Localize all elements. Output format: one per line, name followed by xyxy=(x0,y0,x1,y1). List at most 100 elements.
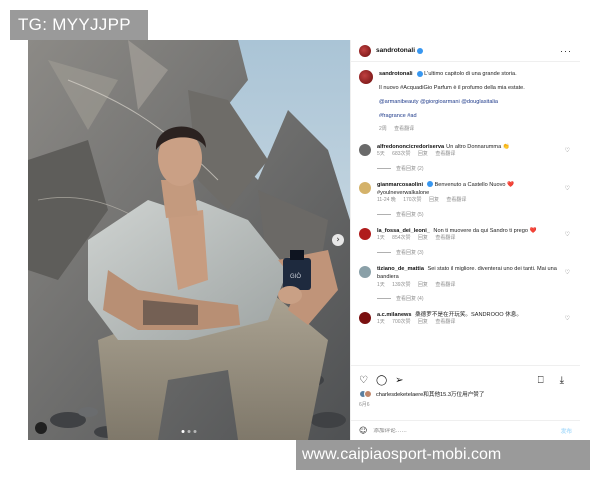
comment-translate[interactable]: 查看翻译 xyxy=(435,282,455,288)
comment-reply-button[interactable]: 回复 xyxy=(429,197,439,203)
comment-reply-button[interactable]: 回复 xyxy=(418,319,428,325)
comment-input[interactable] xyxy=(373,427,494,434)
view-replies-label[interactable]: 查看回复 (2) xyxy=(396,165,424,172)
view-replies-label[interactable]: 查看回复 (3) xyxy=(396,249,424,256)
post-date: 6月6 xyxy=(359,402,370,408)
verified-badge-icon xyxy=(427,181,434,188)
comment-user[interactable]: la_fossa_dei_leoni_ xyxy=(377,228,430,234)
caption-meta: 2周 查看翻译 xyxy=(379,126,525,133)
caption-line2: Il nuovo #AcquadiGio Parfum è il profumo… xyxy=(379,85,525,92)
comment: a.c.milanews 桑德罗不是在开玩笑。SANDROOO 休息。 1天 7… xyxy=(359,311,572,327)
next-photo-button[interactable]: › xyxy=(332,234,344,246)
comment-translate[interactable]: 查看翻译 xyxy=(435,151,455,157)
comment-meta: 1天 854次赞 回复 查看翻译 xyxy=(377,235,562,243)
comment-user[interactable]: alfredononcicredoriserva xyxy=(377,144,444,150)
caption-line4[interactable]: #fragrance #ad xyxy=(379,112,525,120)
comment-translate[interactable]: 查看翻译 xyxy=(435,235,455,241)
comment-like-heart-icon[interactable]: ♡ xyxy=(565,147,570,154)
comment-meta: 1天 700次赞 回复 查看翻译 xyxy=(377,319,562,327)
caption: sandrotonali L'ultimo capitolo di una gr… xyxy=(359,70,572,134)
comment-user[interactable]: a.c.milanews xyxy=(377,312,412,318)
carousel-dot xyxy=(187,430,191,433)
caption-translate[interactable]: 查看翻译 xyxy=(394,126,414,132)
comment-text: Non ti muovere da qui Sandro ti prego ❤️ xyxy=(433,227,537,234)
carousel-dot xyxy=(193,430,197,433)
caption-author[interactable]: sandrotonali xyxy=(379,71,413,77)
comment-avatar[interactable] xyxy=(359,265,371,278)
view-replies[interactable]: 查看回复 (2) xyxy=(377,165,572,172)
comment-reply-button[interactable]: 回复 xyxy=(418,235,428,241)
like-heart-icon[interactable]: ♡ xyxy=(359,375,368,386)
comment-meta: 1天 139次赞 回复 查看翻译 xyxy=(377,282,562,290)
user-tag-icon[interactable] xyxy=(35,422,47,434)
likes-summary[interactable]: charlesdeketelaere和其他15.3万位用户赞了 xyxy=(351,388,580,400)
photo-illustration: GIÒ xyxy=(28,40,350,440)
comment: gianmarcosaolini Benvenuto a Castello Nu… xyxy=(359,181,572,205)
comment-like-heart-icon[interactable]: ♡ xyxy=(565,185,570,192)
caption-body: sandrotonali L'ultimo capitolo di una gr… xyxy=(379,70,525,134)
bookmark-icon[interactable]: ⎕ xyxy=(538,375,544,386)
comment-meta: 5天 683次赞 回复 查看翻译 xyxy=(377,151,562,159)
comment: alfredononcicredoriserva Un altro Donnaru… xyxy=(359,143,572,159)
view-replies[interactable]: 查看回复 (4) xyxy=(377,295,572,302)
comment-text: 桑德罗不是在开玩笑。SANDROOO 休息。 xyxy=(415,312,522,319)
svg-text:GIÒ: GIÒ xyxy=(290,273,301,280)
comment: tiziano_de_mattia Sei stato il migliore.… xyxy=(359,265,572,289)
likes-text[interactable]: charlesdeketelaere和其他15.3万位用户赞了 xyxy=(376,390,485,398)
more-options-icon[interactable]: ··· xyxy=(560,46,572,56)
comment-likes[interactable]: 170次赞 xyxy=(403,197,421,203)
comment-reply-button[interactable]: 回复 xyxy=(418,151,428,157)
carousel-dot xyxy=(181,430,185,433)
action-icons: ♡ ◯ ➢ ⎕ ⤓ xyxy=(351,366,580,388)
comment-avatar[interactable] xyxy=(359,227,371,240)
verified-badge-icon xyxy=(416,70,423,77)
share-send-icon[interactable]: ➢ xyxy=(395,375,403,386)
post-header: sandrotonali ··· xyxy=(351,40,580,62)
caption-avatar[interactable] xyxy=(359,70,373,84)
download-icon[interactable]: ⤓ xyxy=(560,375,564,386)
watermark-bottom: www.caipiaosport-mobi.com xyxy=(296,440,590,470)
verified-badge-icon xyxy=(417,47,424,54)
caption-line3[interactable]: @armanibeauty @giorgioarmani @douglasita… xyxy=(379,98,525,106)
view-replies-label[interactable]: 查看回复 (4) xyxy=(396,295,424,302)
comment-likes[interactable]: 854次赞 xyxy=(392,235,410,241)
caption-line1: L'ultimo capitolo di una grande storia. xyxy=(424,71,517,77)
comment-translate[interactable]: 查看翻译 xyxy=(446,197,466,203)
emoji-icon[interactable]: ☺ xyxy=(359,426,367,435)
comment-like-heart-icon[interactable]: ♡ xyxy=(565,315,570,322)
comment-user[interactable]: tiziano_de_mattia xyxy=(377,266,424,272)
liker-avatar xyxy=(364,390,372,398)
comment-like-heart-icon[interactable]: ♡ xyxy=(565,269,570,276)
comment-time: 1天 xyxy=(377,235,385,242)
comment-time: 1天 xyxy=(377,281,385,288)
watermark-top: TG: MYYJJPP xyxy=(10,10,148,40)
author-handle[interactable]: sandrotonali xyxy=(376,47,415,54)
comment-reply-button[interactable]: 回复 xyxy=(418,282,428,288)
comment-time: 5天 xyxy=(377,151,385,158)
comment-like-heart-icon[interactable]: ♡ xyxy=(565,231,570,238)
comment-time: 1天 xyxy=(377,319,385,326)
comment-likes[interactable]: 700次赞 xyxy=(392,319,410,325)
view-replies[interactable]: 查看回复 (5) xyxy=(377,211,572,218)
comment-avatar[interactable] xyxy=(359,143,371,156)
view-replies-label[interactable]: 查看回复 (5) xyxy=(396,211,424,218)
post-side-panel: sandrotonali ··· sandrotonali L'ultimo c… xyxy=(350,40,580,440)
comment-time: 11-24 晚 xyxy=(377,197,396,204)
comment-user[interactable]: gianmarcosaolini xyxy=(377,182,423,188)
comment: la_fossa_dei_leoni_ Non ti muovere da qu… xyxy=(359,227,572,243)
comments-scroll[interactable]: sandrotonali L'ultimo capitolo di una gr… xyxy=(351,62,580,365)
comment-composer: ☺ 发布 xyxy=(351,420,580,440)
comment-likes[interactable]: 139次赞 xyxy=(392,282,410,288)
post-comment-button[interactable]: 发布 xyxy=(561,427,572,435)
view-replies[interactable]: 查看回复 (3) xyxy=(377,249,572,256)
author-avatar[interactable] xyxy=(359,44,371,57)
post-photo[interactable]: GIÒ › xyxy=(28,40,350,440)
comment-avatar[interactable] xyxy=(359,181,371,194)
comment-avatar[interactable] xyxy=(359,312,371,325)
carousel-dots xyxy=(181,430,197,433)
post-actions: ♡ ◯ ➢ ⎕ ⤓ charlesdeketelaere和其他15.3万位用户赞… xyxy=(351,365,580,440)
comment-bubble-icon[interactable]: ◯ xyxy=(376,375,387,386)
comment-translate[interactable]: 查看翻译 xyxy=(435,319,455,325)
comment-likes[interactable]: 683次赞 xyxy=(392,151,410,157)
instagram-post-view: TG: MYYJJPP GIÒ › sandrotonali ··· sandr… xyxy=(0,0,600,480)
